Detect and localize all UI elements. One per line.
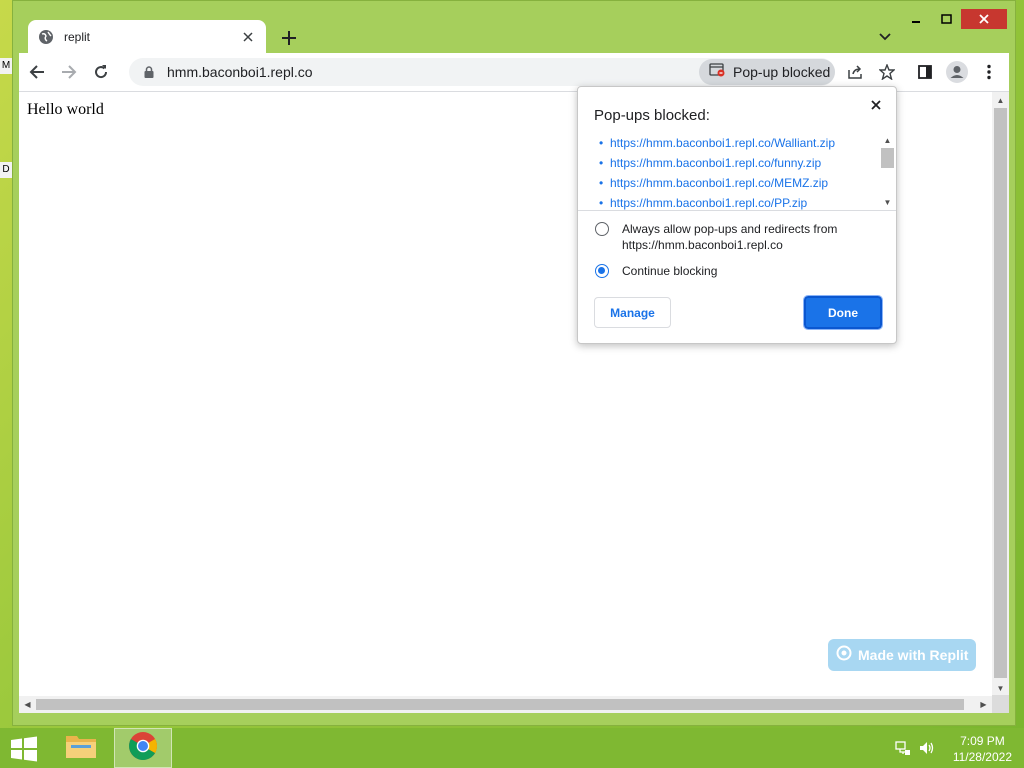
- popup-blocked-icon: [709, 62, 725, 82]
- folder-icon: [65, 732, 97, 765]
- blocked-popup-link[interactable]: https://hmm.baconboi1.repl.co/Walliant.z…: [599, 133, 835, 153]
- omnibox-actions: [841, 58, 905, 86]
- done-button[interactable]: Done: [803, 295, 883, 330]
- radio-continue-blocking[interactable]: Continue blocking: [595, 263, 892, 279]
- desktop-icon-fragment[interactable]: D: [0, 162, 12, 178]
- minimize-button[interactable]: [901, 9, 931, 29]
- tab-search-chevron-icon[interactable]: [875, 27, 895, 47]
- reload-button[interactable]: [87, 58, 115, 86]
- blocked-popup-link[interactable]: https://hmm.baconboi1.repl.co/funny.zip: [599, 153, 821, 173]
- list-scrollbar[interactable]: ▲ ▼: [880, 131, 895, 210]
- volume-icon[interactable]: [919, 740, 935, 761]
- radio-continue-blocking-label: Continue blocking: [622, 264, 718, 278]
- menu-kebab-icon[interactable]: [975, 58, 1003, 86]
- radio-always-allow-label: Always allow pop-ups and redirects from …: [622, 222, 838, 252]
- system-tray: [895, 740, 935, 761]
- scroll-up-icon[interactable]: ▲: [992, 92, 1009, 108]
- popup-blocked-chip[interactable]: Pop-up blocked: [699, 59, 835, 85]
- profile-avatar-icon[interactable]: [943, 58, 971, 86]
- tab-title: replit: [64, 30, 91, 44]
- clock-time: 7:09 PM: [960, 734, 1005, 748]
- forward-button[interactable]: [55, 58, 83, 86]
- scroll-right-icon[interactable]: ▶: [975, 696, 992, 713]
- bookmark-star-icon[interactable]: [873, 58, 901, 86]
- browser-tab[interactable]: replit: [28, 20, 266, 54]
- chrome-icon: [128, 731, 158, 766]
- toolbar-actions: [911, 58, 1007, 86]
- popups-blocked-dialog: Pop-ups blocked: https://hmm.baconboi1.r…: [577, 86, 897, 344]
- window-controls: [901, 9, 1007, 29]
- blocked-popups-list: https://hmm.baconboi1.repl.co/Walliant.z…: [578, 131, 896, 211]
- blocked-popup-link[interactable]: https://hmm.baconboi1.repl.co/MEMZ.zip: [599, 173, 828, 193]
- close-tab-icon[interactable]: [240, 29, 256, 45]
- address-bar[interactable]: hmm.baconboi1.repl.co Pop-up blocked: [129, 58, 835, 86]
- horizontal-scrollbar[interactable]: ◀ ▶: [19, 696, 992, 713]
- replit-logo-icon: [836, 645, 852, 666]
- horizontal-scroll-thumb[interactable]: [36, 699, 964, 710]
- network-icon[interactable]: [895, 740, 911, 761]
- taskbar: 7:09 PM 11/28/2022: [0, 728, 1024, 768]
- system-clock[interactable]: 7:09 PM 11/28/2022: [953, 733, 1012, 765]
- vertical-scroll-thumb[interactable]: [994, 108, 1007, 678]
- close-dialog-icon[interactable]: [866, 95, 886, 115]
- chrome-taskbar-button[interactable]: [114, 728, 172, 768]
- title-bar: replit: [13, 1, 1015, 54]
- list-scroll-thumb[interactable]: [881, 148, 894, 168]
- share-icon[interactable]: [841, 58, 869, 86]
- scroll-left-icon[interactable]: ◀: [19, 696, 36, 713]
- made-with-replit-badge[interactable]: Made with Replit: [828, 639, 976, 671]
- scroll-down-icon[interactable]: ▼: [992, 680, 1009, 696]
- list-scroll-down-icon[interactable]: ▼: [880, 195, 895, 209]
- desktop-icon-fragment[interactable]: M: [0, 58, 12, 74]
- back-button[interactable]: [23, 58, 51, 86]
- file-explorer-taskbar-button[interactable]: [52, 728, 110, 768]
- radio-button[interactable]: [595, 222, 609, 236]
- side-panel-icon[interactable]: [911, 58, 939, 86]
- clock-date: 11/28/2022: [952, 750, 1012, 764]
- list-scroll-up-icon[interactable]: ▲: [880, 133, 895, 147]
- radio-button-selected[interactable]: [595, 264, 609, 278]
- globe-icon: [38, 29, 54, 45]
- windows-start-icon[interactable]: [10, 736, 38, 762]
- vertical-scrollbar[interactable]: ▲ ▼: [992, 92, 1009, 696]
- badge-label: Made with Replit: [858, 647, 969, 663]
- close-window-button[interactable]: [961, 9, 1007, 29]
- new-tab-button[interactable]: [277, 26, 301, 50]
- popup-blocked-label: Pop-up blocked: [733, 64, 831, 80]
- maximize-button[interactable]: [931, 9, 961, 29]
- scrollbar-corner: [992, 695, 1009, 713]
- page-content-text: Hello world: [27, 101, 104, 118]
- blocked-popup-link[interactable]: https://hmm.baconboi1.repl.co/PP.zip: [599, 193, 807, 210]
- dialog-title: Pop-ups blocked:: [594, 107, 710, 124]
- lock-icon[interactable]: [139, 66, 159, 78]
- manage-button[interactable]: Manage: [594, 297, 671, 328]
- radio-always-allow[interactable]: Always allow pop-ups and redirects from …: [595, 221, 892, 253]
